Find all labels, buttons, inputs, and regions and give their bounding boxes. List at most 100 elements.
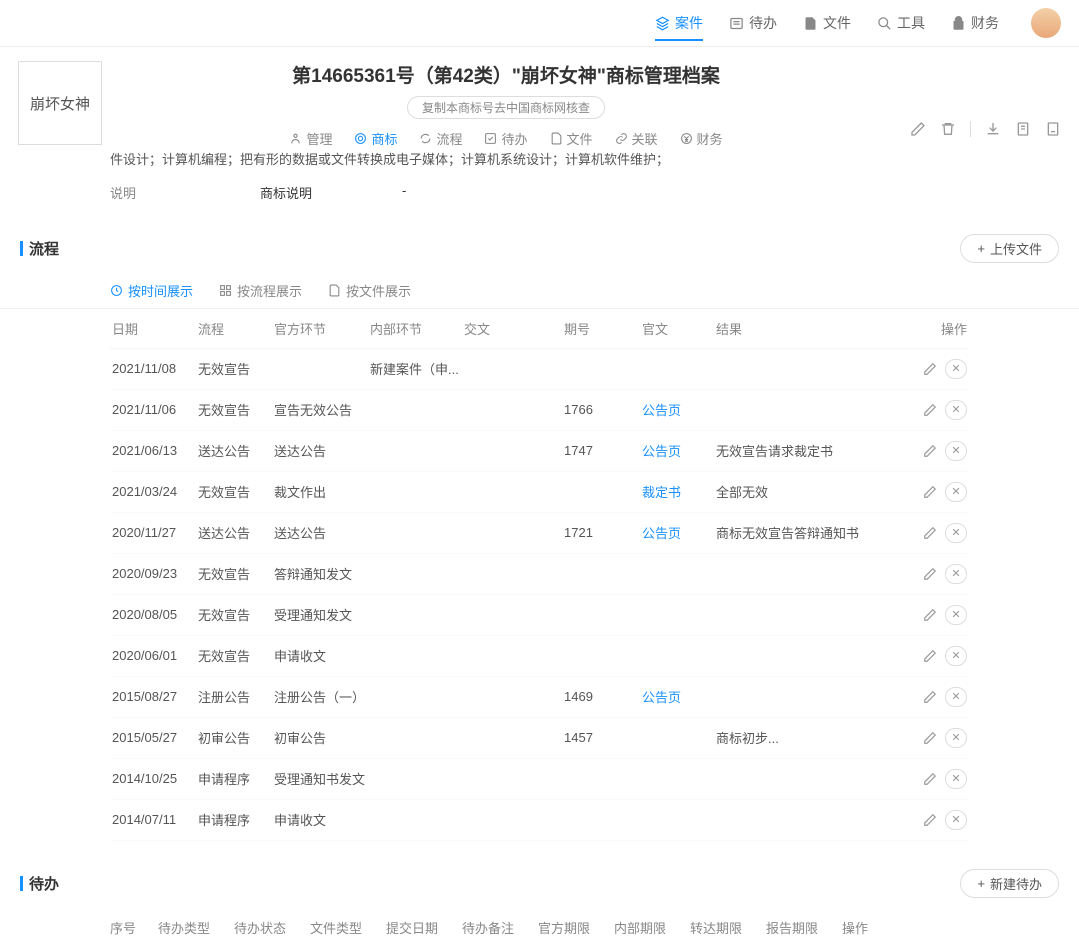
col-doc: 官文 [642,319,716,338]
row-edit-icon[interactable] [923,690,937,704]
col-exchange: 交文 [464,319,564,338]
list-icon [729,16,744,31]
row-delete-button[interactable]: ✕ [945,523,967,543]
row-edit-icon[interactable] [923,403,937,417]
cell-doc[interactable]: 裁定书 [642,482,716,501]
cell-doc[interactable]: 公告页 [642,400,716,419]
tab-by-process[interactable]: 按流程展示 [219,281,302,300]
nav-case-label: 案件 [675,13,703,33]
snav-relation[interactable]: 关联 [615,129,658,148]
cell-date: 2021/06/13 [112,443,198,458]
tcol-idue: 内部期限 [614,918,690,937]
cell-official: 送达公告 [274,523,370,542]
row-delete-button[interactable]: ✕ [945,646,967,666]
clock-icon [110,284,123,297]
tcol-odue: 官方期限 [538,918,614,937]
cell-ops: ✕ [896,810,967,830]
tcol-seq: 序号 [110,918,158,937]
table-row: 2021/06/13送达公告送达公告1747公告页无效宣告请求裁定书✕ [110,431,969,472]
check-icon [484,132,497,145]
process-table: 日期 流程 官方环节 内部环节 交文 期号 官文 结果 操作 2021/11/0… [0,309,1079,841]
table-row: 2020/09/23无效宣告答辩通知发文✕ [110,554,969,595]
cell-date: 2020/08/05 [112,607,198,622]
cell-doc[interactable]: 公告页 [642,687,716,706]
nav-todo[interactable]: 待办 [729,13,777,33]
tcol-type: 待办类型 [158,918,234,937]
row-edit-icon[interactable] [923,567,937,581]
tab-by-time[interactable]: 按时间展示 [110,281,193,300]
row-edit-icon[interactable] [923,772,937,786]
cell-ops: ✕ [896,728,967,748]
table-row: 2021/11/08无效宣告新建案件（申...✕ [110,349,969,390]
table-row: 2021/03/24无效宣告裁文作出裁定书全部无效✕ [110,472,969,513]
yen-icon [680,132,693,145]
header-actions [910,61,1061,137]
row-edit-icon[interactable] [923,813,937,827]
row-delete-button[interactable]: ✕ [945,564,967,584]
row-edit-icon[interactable] [923,444,937,458]
row-delete-button[interactable]: ✕ [945,605,967,625]
tcol-fdue: 转达期限 [690,918,766,937]
row-edit-icon[interactable] [923,485,937,499]
row-delete-button[interactable]: ✕ [945,769,967,789]
copy-trademark-link[interactable]: 复制本商标号去中国商标网核查 [407,96,605,119]
nav-tool[interactable]: 工具 [877,13,925,33]
row-delete-button[interactable]: ✕ [945,359,967,379]
tcol-submit: 提交日期 [386,918,462,937]
trash-icon[interactable] [940,121,956,137]
row-delete-button[interactable]: ✕ [945,687,967,707]
row-edit-icon[interactable] [923,649,937,663]
nav-file[interactable]: 文件 [803,13,851,33]
cell-process: 无效宣告 [198,605,274,624]
cell-official: 裁文作出 [274,482,370,501]
cell-ops: ✕ [896,441,967,461]
snav-todo[interactable]: 待办 [484,129,527,148]
row-edit-icon[interactable] [923,608,937,622]
row-delete-button[interactable]: ✕ [945,441,967,461]
section-bar [20,241,23,256]
cell-issue: 1766 [564,402,642,417]
nav-finance-label: 财务 [971,13,999,33]
nav-case[interactable]: 案件 [655,13,703,41]
snav-trademark[interactable]: 商标 [354,129,397,148]
row-edit-icon[interactable] [923,362,937,376]
row-delete-button[interactable]: ✕ [945,728,967,748]
cell-process: 初审公告 [198,728,274,747]
cell-official: 注册公告（一） [274,687,370,706]
cell-ops: ✕ [896,687,967,707]
brand-thumbnail: 崩坏女神 [18,61,102,145]
col-internal: 内部环节 [370,319,464,338]
row-delete-button[interactable]: ✕ [945,482,967,502]
cell-process: 无效宣告 [198,359,274,378]
edit-icon[interactable] [910,121,926,137]
table-row: 2014/07/11申请程序申请收文✕ [110,800,969,841]
col-official: 官方环节 [274,319,370,338]
page-header: 崩坏女神 第14665361号（第42类）"崩坏女神"商标管理档案 复制本商标号… [0,47,1079,148]
row-delete-button[interactable]: ✕ [945,810,967,830]
row-edit-icon[interactable] [923,731,937,745]
download-icon[interactable] [985,121,1001,137]
cell-doc[interactable]: 公告页 [642,441,716,460]
cell-doc[interactable]: 公告页 [642,523,716,542]
export-pdf-icon[interactable] [1045,121,1061,137]
description-area: 件设计；计算机编程；把有形的数据或文件转换成电子媒体；计算机系统设计；计算机软件… [0,148,1079,224]
avatar[interactable] [1031,8,1061,38]
row-edit-icon[interactable] [923,526,937,540]
cell-process: 送达公告 [198,441,274,460]
table-row: 2020/08/05无效宣告受理通知发文✕ [110,595,969,636]
cell-issue: 1457 [564,730,642,745]
new-todo-button[interactable]: +新建待办 [960,869,1059,898]
upload-file-button[interactable]: +上传文件 [960,234,1059,263]
brand-text: 崩坏女神 [30,93,90,114]
section-process-title: 流程 [29,238,59,259]
snav-manage[interactable]: 管理 [289,129,332,148]
nav-finance[interactable]: 财务 [951,13,999,33]
cell-date: 2014/07/11 [112,812,198,827]
tab-by-file[interactable]: 按文件展示 [328,281,411,300]
export-doc-icon[interactable] [1015,121,1031,137]
snav-process[interactable]: 流程 [419,129,462,148]
snav-file[interactable]: 文件 [550,129,593,148]
cell-ops: ✕ [896,646,967,666]
row-delete-button[interactable]: ✕ [945,400,967,420]
snav-finance[interactable]: 财务 [680,129,723,148]
